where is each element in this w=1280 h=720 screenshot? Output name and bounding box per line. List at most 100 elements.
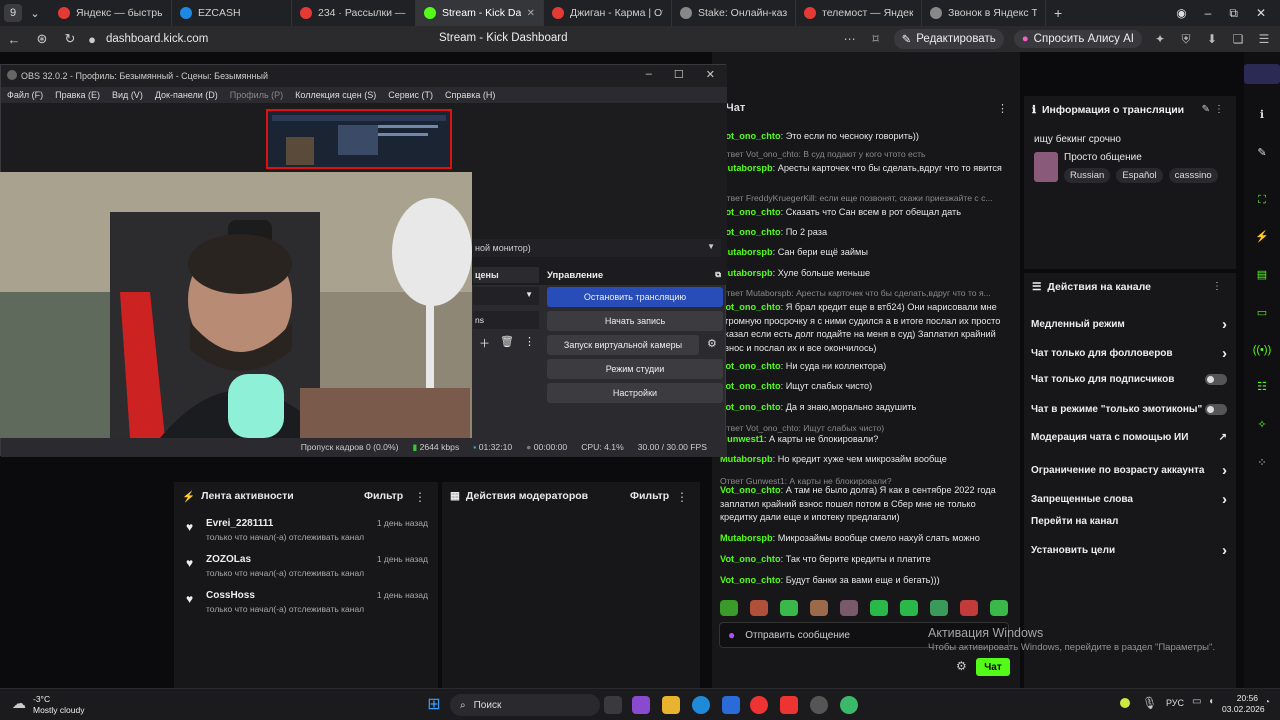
downloads-icon[interactable]: ⬇ [1204,32,1220,46]
channel-action-item[interactable]: Ограничение по возрасту аккаунта › [1031,462,1227,479]
stream-tag[interactable]: casssino [1168,168,1218,183]
shield-icon[interactable]: ⊛ [28,31,56,47]
alice-button[interactable]: ● Спросить Алису AI [1013,30,1142,48]
back-icon[interactable]: ← [0,32,28,47]
obs-menu-item[interactable]: Сервис (T) [388,90,433,100]
browser-tab[interactable]: Stake: Онлайн-казино и [672,0,796,26]
chat-username[interactable]: Vot_ono_chto [720,207,781,217]
edge-icon[interactable] [692,696,710,714]
mod-menu-icon[interactable]: ⋮ [676,490,688,504]
activity-username[interactable]: ZOZOLas [206,554,251,565]
chat-bubble-icon[interactable]: ▭ [1250,300,1274,324]
collections-icon[interactable]: ❏ [1230,32,1246,46]
avatar[interactable] [1244,64,1280,84]
edit-button[interactable]: ✎ Редактировать [893,29,1004,49]
lightning-icon[interactable]: ⚡ [1250,224,1274,248]
close-icon[interactable]: ✕ [706,68,715,81]
chat-username[interactable]: Vot_ono_chto [720,131,781,141]
browser-tab[interactable]: Джиган - Карма | Offici [544,0,672,26]
network-icon[interactable]: ▭ [1192,696,1201,707]
wrench-icon[interactable]: ✧ [1250,412,1274,436]
chat-username[interactable]: Vot_ono_chto [720,402,781,412]
chat-username[interactable]: Vot_ono_chto [720,554,781,564]
stream-tag[interactable]: Russian [1064,168,1111,183]
audio-monitor-select[interactable]: ной монитор) ▼ [473,239,721,257]
new-tab-button[interactable]: + [1046,0,1070,26]
chat-username[interactable]: Mutaborspb [720,268,773,278]
channel-action-item[interactable]: Чат в режиме "только эмотиконы" [1031,404,1227,415]
add-icon[interactable]: ＋ [479,335,490,351]
obs-menu-item[interactable]: Док-панели (D) [155,90,218,100]
store-icon[interactable] [722,696,740,714]
emote-icon[interactable] [780,600,798,616]
yandex-browser-icon[interactable] [750,696,768,714]
toggle-switch[interactable] [1205,374,1227,385]
undock-icon[interactable]: ⧉ [715,270,721,280]
browser-tab[interactable]: Stream - Kick Dashbo ✕ [416,0,544,26]
info-icon[interactable]: ℹ [1250,102,1274,126]
channel-action-item[interactable]: Модерация чата с помощью ИИ ↗ [1031,432,1227,443]
chat-username[interactable]: Vot_ono_chto [720,227,781,237]
maximize-icon[interactable]: ☐ [674,68,684,81]
url-text[interactable]: dashboard.kick.com [106,33,208,45]
emote-icon[interactable] [930,600,948,616]
browser-tab[interactable]: EZCASH [172,0,292,26]
emote-icon[interactable] [810,600,828,616]
tray-app-icon[interactable] [1120,698,1130,708]
obs-control-button[interactable]: Остановить трансляцию [547,287,723,307]
chat-username[interactable]: Mutaborspb [720,454,773,464]
mod-filter-button[interactable]: Фильтр [630,490,669,502]
more-icon[interactable]: ⋮ [524,335,535,351]
start-icon[interactable]: ⊞ [425,696,443,714]
shield-check-icon[interactable]: ⛨ [1178,32,1194,47]
chat-menu-icon[interactable]: ⋮ [997,102,1008,115]
extension-icon[interactable]: ✦ [1152,32,1168,46]
obs-preview[interactable] [266,109,452,169]
gear-icon[interactable]: ⚙ [707,337,717,350]
chevron-down-icon[interactable]: ⌄ [26,4,44,22]
more-icon[interactable]: ⋯ [842,32,858,46]
list-icon[interactable]: ☷ [1250,374,1274,398]
emote-icon[interactable] [840,600,858,616]
obs-menu-item[interactable]: Справка (H) [445,90,495,100]
taskbar-search[interactable]: ⌕ Поиск [450,694,600,716]
yandex-icon[interactable] [780,696,798,714]
emote-icon[interactable] [720,600,738,616]
browser-tab[interactable]: телемост — Яндекс: на [796,0,922,26]
obs-control-button[interactable]: Режим студии [547,359,723,379]
emote-icon[interactable] [900,600,918,616]
pencil-icon[interactable]: ✎ [1250,140,1274,164]
channel-action-item[interactable]: Чат только для фолловеров › [1031,345,1227,362]
obs-menu-item[interactable]: Файл (F) [7,90,43,100]
minimize-icon[interactable]: – [646,68,652,81]
broadcast-icon[interactable]: ((•)) [1250,338,1274,362]
stream-tag[interactable]: Español [1116,168,1163,183]
activity-username[interactable]: Evrei_2281111 [206,518,273,529]
chat-username[interactable]: Vot_ono_chto [720,575,781,585]
scene-spinbox[interactable]: ns [473,311,539,329]
expand-icon[interactable]: ⛶ [1250,188,1274,212]
mic-icon[interactable]: ● [728,628,735,642]
info-menu-icon[interactable]: ⋮ [1214,104,1224,115]
reload-icon[interactable]: ↻ [56,31,84,47]
activity-username[interactable]: CossHoss [206,590,255,601]
folder-icon[interactable] [662,696,680,714]
chat-settings-icon[interactable]: ⚙ [956,659,967,673]
channel-action-item[interactable]: Установить цели › [1031,542,1227,559]
chat-username[interactable]: Mutaborspb [720,247,773,257]
obs-menu-item[interactable]: Профиль (P) [230,90,283,100]
browser-tab[interactable]: 234 · Рассылки — Яндек [292,0,416,26]
volume-icon[interactable]: ◖ [1208,696,1214,707]
chat-username[interactable]: Vot_ono_chto [720,485,781,495]
emote-icon[interactable] [870,600,888,616]
channel-action-item[interactable]: Медленный режим › [1031,316,1227,333]
language-indicator[interactable]: РУС [1166,698,1184,708]
chat-username[interactable]: Vot_ono_chto [720,302,781,312]
browser-menu-icon[interactable]: 9 [4,4,22,22]
scene-select[interactable]: ▼ [473,287,539,305]
actions-menu-icon[interactable]: ⋮ [1212,281,1222,292]
notifications-icon[interactable]: ◔ [1264,697,1270,708]
obs-control-button[interactable]: Начать запись [547,311,723,331]
maximize-icon[interactable]: ⧉ [1229,6,1238,21]
activity-filter-button[interactable]: Фильтр [364,490,403,502]
